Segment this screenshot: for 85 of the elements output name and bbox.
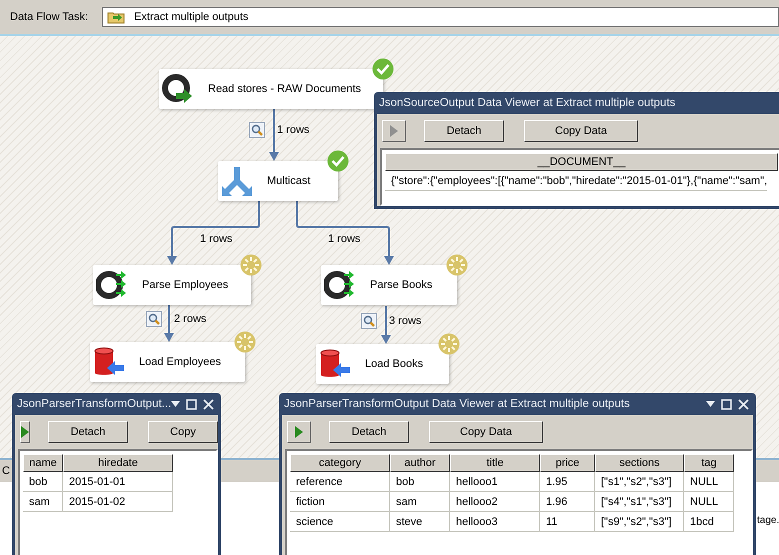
column-header[interactable]: tag [684,454,734,472]
row-count-label: 1 rows [328,233,360,245]
table-cell: ["s4","s1","s3"] [595,492,684,512]
task-node[interactable]: Parse Employees [93,265,251,305]
source-icon [162,73,194,105]
task-node[interactable]: Load Books [316,344,449,384]
panel-text: tage. [757,515,779,526]
parser-icon [324,269,356,301]
close-icon[interactable] [203,398,214,410]
toolbar-button[interactable]: Detach [329,421,409,443]
toolbar-button[interactable]: Detach [48,421,128,443]
table-cell: ["s1","s2","s3"] [595,472,684,492]
table-cell: 2015-01-01 [63,472,173,492]
table-cell: 11 [540,512,595,532]
connector-arrow [381,306,391,344]
row-count-label: 1 rows [277,124,310,136]
database-icon [93,346,125,378]
toolbar-label: Data Flow Task: [10,11,88,23]
node-label: Load Employees [139,356,221,368]
play-icon [21,426,29,438]
window-title: JsonParserTransformOutput Data Viewer at Extract multiple outputs [284,398,630,410]
table-cell: NULL [684,492,734,512]
task-node[interactable]: Load Employees [90,342,245,382]
toolbar-button[interactable]: Copy Data [524,120,638,142]
connector-arrow [164,305,174,342]
connector-arrow [269,109,279,161]
play-button[interactable] [382,120,406,142]
row-count-label: 2 rows [174,313,206,325]
table-cell: hellooo3 [450,512,540,532]
close-icon[interactable] [738,398,749,410]
table-cell: 2015-01-02 [63,492,173,512]
node-label: Parse Books [370,279,432,291]
table-cell: 1bcd [684,512,734,532]
column-header[interactable]: name [23,454,63,472]
split-arrows-icon [221,165,253,197]
magnifier-icon[interactable] [146,311,162,327]
magnifier-icon[interactable] [361,313,377,329]
table-cell: steve [390,512,450,532]
node-label: Parse Employees [142,279,228,291]
table-cell: 1.95 [540,472,595,492]
task-node[interactable]: Parse Books [321,265,457,305]
column-header[interactable]: title [450,454,540,472]
table-cell: sam [23,492,63,512]
play-icon [295,426,303,438]
node-label: Multicast [267,175,310,187]
dropdown-icon[interactable] [171,401,180,407]
table-cell: ["s9","s2","s3"] [595,512,684,532]
play-button[interactable] [20,421,30,443]
window-title: JsonParserTransformOutput... [17,398,172,410]
folder-icon [107,10,126,24]
toolbar-button[interactable]: Copy [148,421,218,443]
table-cell: 1.96 [540,492,595,512]
table-cell: sam [390,492,450,512]
column-header[interactable]: price [540,454,595,472]
table-cell: bob [390,472,450,492]
table-cell: {"store":{"employees":[{"name":"bob","hiredate":"2015-01-01"},{"name":"sam", [385,171,768,191]
play-icon [390,125,398,137]
task-node[interactable]: Multicast [218,161,338,201]
table-cell: fiction [290,492,390,512]
maximize-icon[interactable] [721,398,732,410]
play-button[interactable] [287,421,311,443]
node-label: Load Books [365,358,424,370]
row-count-label: 3 rows [389,315,422,327]
dropdown-icon[interactable] [706,401,715,407]
table-cell: hellooo1 [450,472,540,492]
magnifier-icon[interactable] [249,122,265,138]
toolbar-button[interactable]: Copy Data [429,421,543,443]
parser-icon [96,269,128,301]
task-field[interactable]: Extract multiple outputs [102,7,779,27]
table-cell: reference [290,472,390,492]
table-cell: hellooo2 [450,492,540,512]
column-header[interactable]: category [290,454,390,472]
row-count-label: 1 rows [200,233,232,245]
table-cell: NULL [684,472,734,492]
node-label: Read stores - RAW Documents [208,83,362,95]
column-header[interactable]: sections [595,454,684,472]
column-header[interactable]: __DOCUMENT__ [385,153,778,171]
column-header[interactable]: hiredate [63,454,173,472]
column-header[interactable]: author [390,454,450,472]
table-cell: science [290,512,390,532]
database-icon [319,348,351,380]
toolbar-button[interactable]: Detach [424,120,504,142]
panel-tab[interactable]: C [2,465,10,477]
maximize-icon[interactable] [186,398,198,410]
table-cell: bob [23,472,63,492]
